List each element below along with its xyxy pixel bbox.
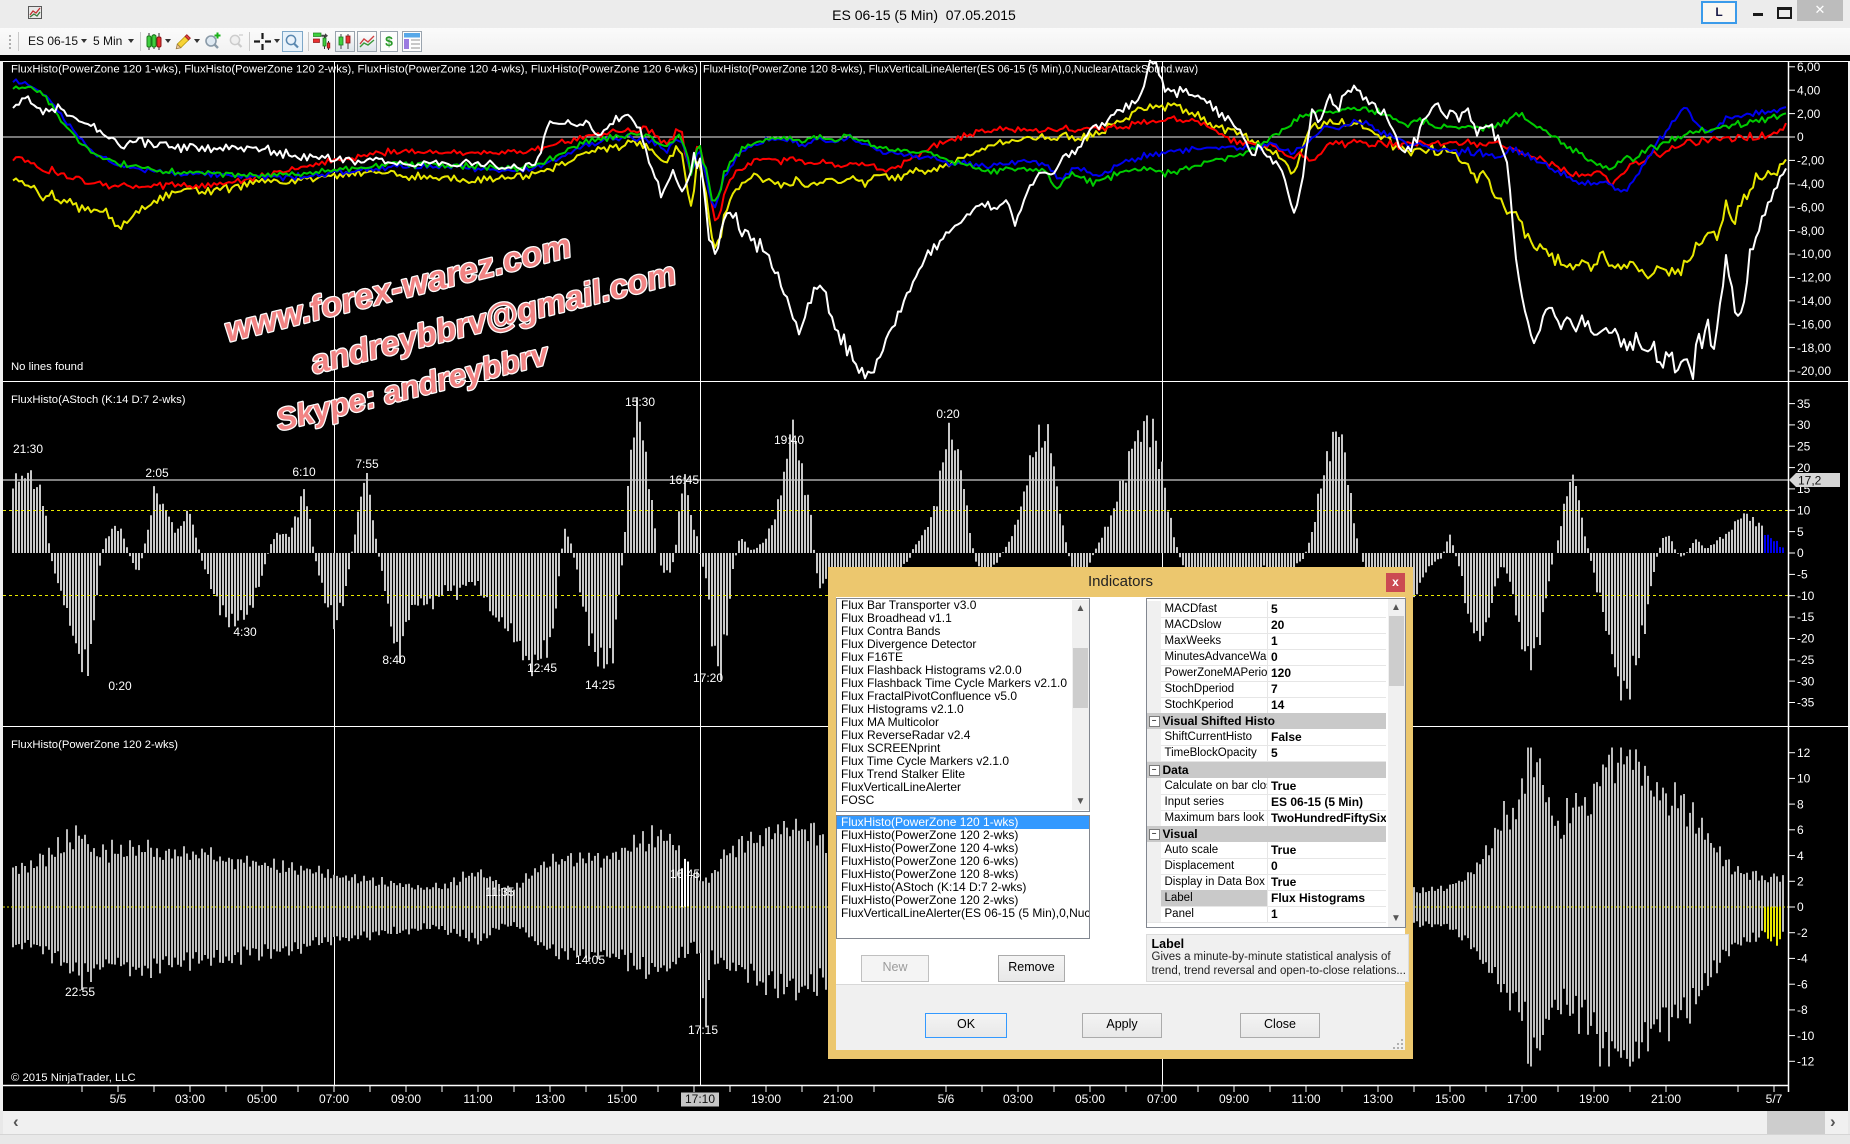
svg-text:2:05: 2:05 bbox=[145, 466, 169, 480]
svg-text:4: 4 bbox=[1797, 849, 1804, 863]
svg-text:-8: -8 bbox=[1797, 1003, 1808, 1017]
svg-text:-6: -6 bbox=[1797, 977, 1808, 991]
svg-text:-20,00: -20,00 bbox=[1797, 364, 1831, 378]
svg-text:14:05: 14:05 bbox=[575, 953, 605, 967]
svg-text:21:00: 21:00 bbox=[823, 1092, 853, 1106]
svg-text:5/6: 5/6 bbox=[938, 1092, 955, 1106]
svg-text:10: 10 bbox=[1797, 504, 1811, 518]
svg-text:-18,00: -18,00 bbox=[1797, 341, 1831, 355]
svg-text:4,00: 4,00 bbox=[1797, 83, 1821, 97]
svg-text:05:00: 05:00 bbox=[1075, 1092, 1105, 1106]
svg-text:8:40: 8:40 bbox=[382, 653, 406, 667]
svg-text:6,00: 6,00 bbox=[1797, 60, 1821, 74]
svg-text:16:45: 16:45 bbox=[669, 473, 699, 487]
svg-text:07:00: 07:00 bbox=[1147, 1092, 1177, 1106]
svg-text:6: 6 bbox=[1797, 823, 1804, 837]
svg-text:17:10: 17:10 bbox=[685, 1092, 715, 1106]
svg-text:$: $ bbox=[385, 33, 393, 49]
svg-text:21:30: 21:30 bbox=[13, 442, 43, 456]
svg-text:07:00: 07:00 bbox=[319, 1092, 349, 1106]
svg-text:No lines found: No lines found bbox=[11, 361, 83, 373]
svg-text:25: 25 bbox=[1797, 439, 1811, 453]
svg-text:17:00: 17:00 bbox=[1507, 1092, 1537, 1106]
svg-text:-10,00: -10,00 bbox=[1797, 247, 1831, 261]
svg-text:© 2015 NinjaTrader, LLC: © 2015 NinjaTrader, LLC bbox=[11, 1072, 136, 1084]
svg-text:5/7: 5/7 bbox=[1766, 1092, 1783, 1106]
svg-text:5: 5 bbox=[1797, 525, 1804, 539]
svg-text:05:00: 05:00 bbox=[247, 1092, 277, 1106]
svg-text:17:15: 17:15 bbox=[688, 1023, 718, 1037]
svg-text:7:55: 7:55 bbox=[355, 457, 379, 471]
svg-text:10: 10 bbox=[1797, 772, 1811, 786]
svg-text:15:00: 15:00 bbox=[607, 1092, 637, 1106]
svg-text:13:00: 13:00 bbox=[1363, 1092, 1393, 1106]
svg-text:19:00: 19:00 bbox=[751, 1092, 781, 1106]
svg-text:21:00: 21:00 bbox=[1651, 1092, 1681, 1106]
svg-text:5/5: 5/5 bbox=[110, 1092, 127, 1106]
svg-text:2,00: 2,00 bbox=[1797, 107, 1821, 121]
svg-text:17:20: 17:20 bbox=[693, 671, 723, 685]
svg-text:11:00: 11:00 bbox=[463, 1092, 492, 1106]
svg-text:11:00: 11:00 bbox=[1291, 1092, 1320, 1106]
svg-text:FluxHisto(PowerZone 120 1-wks): FluxHisto(PowerZone 120 1-wks), FluxHist… bbox=[11, 64, 698, 76]
svg-text:-8,00: -8,00 bbox=[1797, 224, 1825, 238]
svg-text:FluxHisto(AStoch (K:14 D:7 2-w: FluxHisto(AStoch (K:14 D:7 2-wks) bbox=[11, 394, 186, 406]
svg-text:2: 2 bbox=[1797, 875, 1804, 889]
svg-text:19:00: 19:00 bbox=[1579, 1092, 1609, 1106]
svg-text:-2: -2 bbox=[1797, 926, 1808, 940]
svg-text:-30: -30 bbox=[1797, 674, 1815, 688]
svg-text:-35: -35 bbox=[1797, 696, 1815, 710]
svg-text:0: 0 bbox=[1797, 546, 1804, 560]
svg-text:0: 0 bbox=[1797, 900, 1804, 914]
svg-text:-4,00: -4,00 bbox=[1797, 177, 1825, 191]
svg-text:03:00: 03:00 bbox=[175, 1092, 205, 1106]
svg-text:-15: -15 bbox=[1797, 610, 1815, 624]
svg-text:35: 35 bbox=[1797, 397, 1811, 411]
svg-text:30: 30 bbox=[1797, 418, 1811, 432]
svg-text:-10: -10 bbox=[1797, 1029, 1815, 1043]
svg-text:09:00: 09:00 bbox=[1219, 1092, 1249, 1106]
svg-text:-12,00: -12,00 bbox=[1797, 271, 1831, 285]
svg-text:-20: -20 bbox=[1797, 632, 1815, 646]
svg-text:0:20: 0:20 bbox=[936, 407, 960, 421]
svg-text:-14,00: -14,00 bbox=[1797, 294, 1831, 308]
svg-text:0:20: 0:20 bbox=[108, 679, 132, 693]
svg-text:19:40: 19:40 bbox=[774, 433, 804, 447]
svg-text:12:45: 12:45 bbox=[527, 661, 557, 675]
svg-text:12: 12 bbox=[1797, 746, 1811, 760]
svg-text:-10: -10 bbox=[1797, 589, 1815, 603]
svg-text:14:25: 14:25 bbox=[585, 678, 615, 692]
svg-text:16:45: 16:45 bbox=[670, 867, 700, 881]
svg-text:-4: -4 bbox=[1797, 952, 1808, 966]
svg-text:FluxHisto(PowerZone 120 2-wks): FluxHisto(PowerZone 120 2-wks) bbox=[11, 739, 178, 751]
svg-text:15:30: 15:30 bbox=[625, 395, 655, 409]
svg-text:-6,00: -6,00 bbox=[1797, 200, 1825, 214]
svg-text:15:00: 15:00 bbox=[1435, 1092, 1465, 1106]
svg-text:-2,00: -2,00 bbox=[1797, 154, 1825, 168]
svg-text:FluxHisto(PowerZone 120 8-wks): FluxHisto(PowerZone 120 8-wks), FluxVert… bbox=[703, 64, 1198, 76]
svg-text:13:00: 13:00 bbox=[535, 1092, 565, 1106]
svg-text:-25: -25 bbox=[1797, 653, 1815, 667]
svg-text:22:55: 22:55 bbox=[65, 985, 95, 999]
svg-text:8: 8 bbox=[1797, 797, 1804, 811]
svg-text:09:00: 09:00 bbox=[391, 1092, 421, 1106]
svg-text:11:35: 11:35 bbox=[485, 885, 514, 899]
svg-text:03:00: 03:00 bbox=[1003, 1092, 1033, 1106]
svg-text:4:30: 4:30 bbox=[233, 625, 257, 639]
svg-text:-12: -12 bbox=[1797, 1055, 1815, 1069]
svg-text:-16,00: -16,00 bbox=[1797, 317, 1831, 331]
svg-text:6:10: 6:10 bbox=[292, 465, 316, 479]
svg-text:0: 0 bbox=[1797, 130, 1804, 144]
svg-text:-5: -5 bbox=[1797, 568, 1808, 582]
svg-text:17,2: 17,2 bbox=[1798, 474, 1822, 488]
